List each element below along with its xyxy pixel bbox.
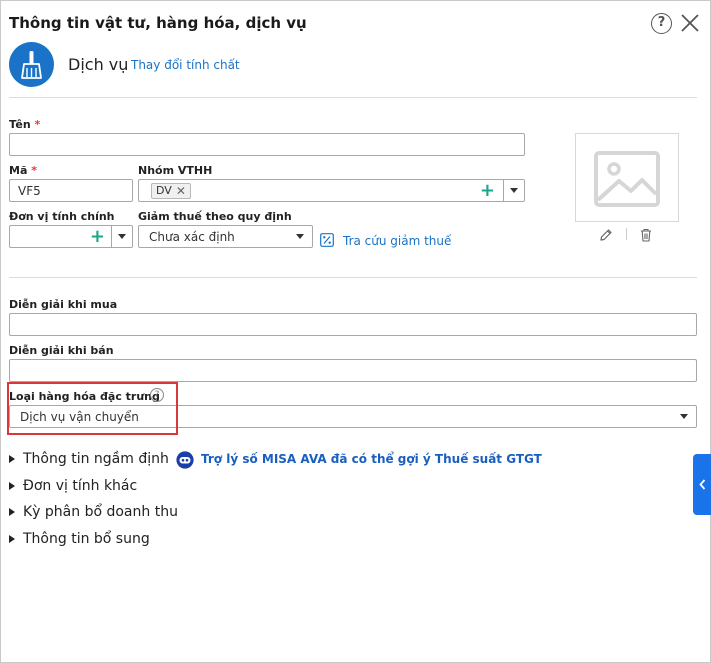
edit-icon[interactable]	[599, 227, 613, 241]
unit-label: Đơn vị tính chính	[9, 210, 115, 223]
side-panel-toggle[interactable]	[693, 454, 711, 515]
misa-ava-link[interactable]: Trợ lý số MISA AVA đã có thể gợi ý Thuế …	[201, 452, 542, 466]
dialog-title: Thông tin vật tư, hàng hóa, dịch vụ	[9, 14, 307, 32]
add-group-icon[interactable]: +	[480, 181, 495, 200]
divider	[9, 277, 697, 278]
group-tag: DV ✕	[151, 182, 191, 199]
close-icon[interactable]	[679, 12, 701, 34]
purchase-desc-input[interactable]	[9, 313, 697, 336]
chevron-down-icon	[118, 234, 126, 239]
caret-right-icon	[9, 455, 15, 463]
code-label: Mã *	[9, 164, 37, 177]
section-revenue-period[interactable]: Kỳ phân bổ doanh thu	[9, 504, 178, 520]
help-icon[interactable]: ?	[651, 13, 672, 34]
group-dropdown-button[interactable]	[503, 180, 524, 201]
highlight-box	[7, 382, 178, 435]
code-value: VF5	[18, 183, 41, 198]
name-label: Tên *	[9, 118, 41, 131]
item-info-dialog: Thông tin vật tư, hàng hóa, dịch vụ ? Dị…	[0, 0, 711, 663]
robot-icon	[176, 451, 194, 469]
sale-desc-input[interactable]	[9, 359, 697, 382]
delete-icon[interactable]	[639, 227, 653, 242]
broom-icon	[9, 42, 54, 87]
image-icon	[594, 151, 660, 207]
tax-reduction-value: Chưa xác định	[149, 229, 235, 244]
chevron-down-icon	[510, 188, 518, 193]
item-image-placeholder[interactable]	[575, 133, 679, 222]
section-additional-info[interactable]: Thông tin bổ sung	[9, 531, 150, 547]
chevron-left-icon	[699, 479, 706, 490]
section-other-units[interactable]: Đơn vị tính khác	[9, 478, 137, 494]
caret-right-icon	[9, 482, 15, 490]
purchase-desc-label: Diễn giải khi mua	[9, 298, 118, 311]
group-label: Nhóm VTHH	[138, 164, 213, 177]
unit-select[interactable]: +	[9, 225, 133, 248]
action-divider	[626, 228, 627, 240]
item-type-label: Dịch vụ	[68, 55, 129, 74]
tax-reduction-label: Giảm thuế theo quy định	[138, 210, 292, 223]
chevron-down-icon	[680, 414, 688, 419]
caret-right-icon	[9, 508, 15, 516]
unit-dropdown-button[interactable]	[111, 226, 132, 247]
chevron-down-icon	[296, 234, 304, 239]
name-input[interactable]	[9, 133, 525, 156]
tax-lookup-icon[interactable]	[320, 232, 334, 247]
tax-reduction-select[interactable]: Chưa xác định	[138, 225, 313, 248]
code-input[interactable]: VF5	[9, 179, 133, 202]
group-select[interactable]: DV ✕ +	[138, 179, 525, 202]
divider	[9, 97, 697, 98]
remove-tag-icon[interactable]: ✕	[176, 184, 186, 198]
caret-right-icon	[9, 535, 15, 543]
change-type-link[interactable]: Thay đổi tính chất	[131, 58, 240, 72]
sale-desc-label: Diễn giải khi bán	[9, 344, 114, 357]
section-default-info[interactable]: Thông tin ngầm định	[9, 451, 169, 467]
add-unit-icon[interactable]: +	[90, 227, 105, 246]
group-tag-label: DV	[156, 184, 172, 197]
tax-lookup-link[interactable]: Tra cứu giảm thuế	[343, 234, 451, 248]
